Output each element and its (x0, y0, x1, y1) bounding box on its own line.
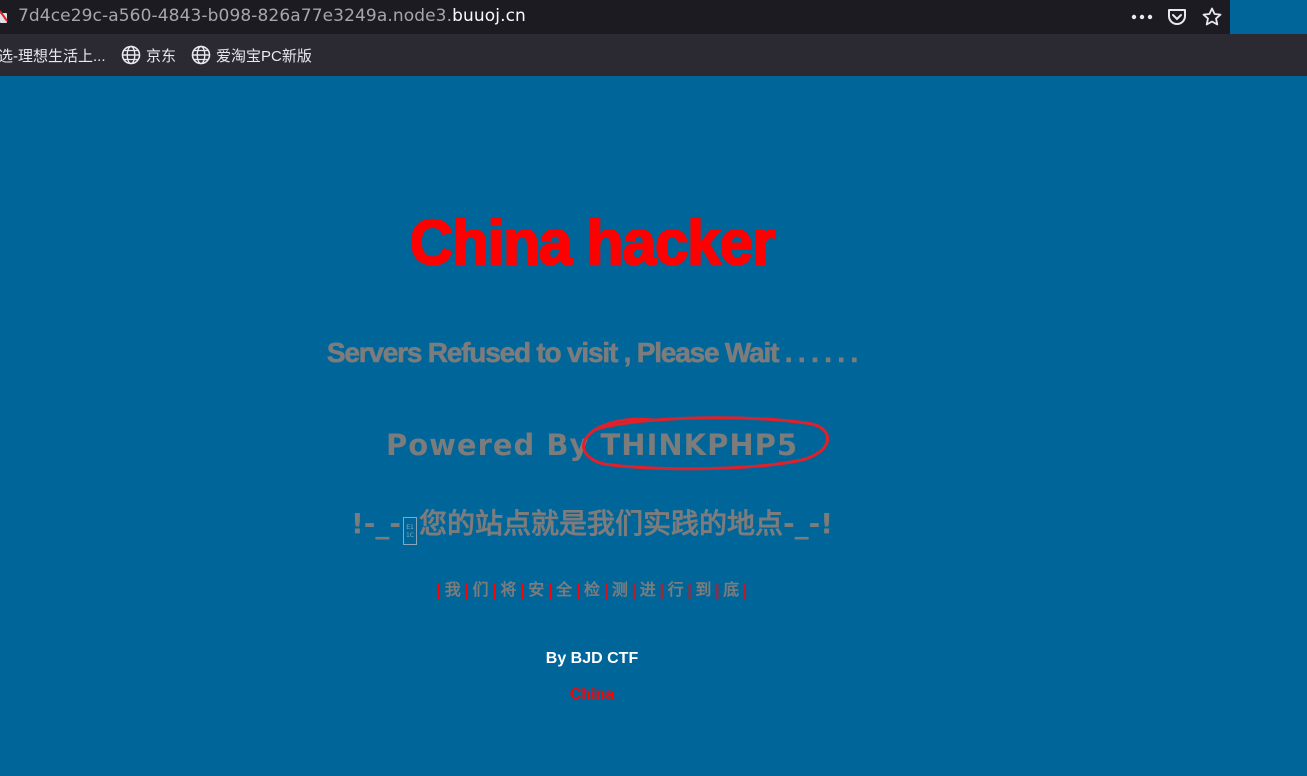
char: 我 (444, 580, 461, 599)
char: 测 (611, 580, 628, 599)
missing-glyph-box: E1 1C (403, 517, 417, 545)
char: 行 (667, 580, 684, 599)
slogan-right: 您的站点就是我们实践的地点-_-! (419, 507, 834, 540)
url-domain: buuoj.cn (452, 6, 526, 26)
character-row: | 我 | 们 | 将 | 安 | 全 | 检 | 测 | 进 | 行 | 到 | 底 | (435, 580, 749, 599)
powered-prefix: Powered By (385, 428, 601, 462)
url-bar[interactable]: 7d4ce29c-a560-4843-b098-826a77e3249a.nod… (0, 0, 1230, 34)
char: 安 (528, 580, 545, 599)
framework-name: THINKPHP5 (600, 428, 799, 462)
char: 全 (556, 580, 573, 599)
slogan: !-_- E1 1C 您的站点就是我们实践的地点-_-! (0, 502, 1184, 545)
globe-icon (191, 45, 211, 65)
footer-text: China (569, 686, 615, 703)
bookmark-label: 京东 (146, 47, 177, 65)
char: 进 (639, 580, 656, 599)
more-icon[interactable] (1129, 4, 1155, 30)
bookmark-star-icon[interactable] (1199, 4, 1225, 30)
bookmark-label: 爱淘宝PC新版 (216, 47, 312, 65)
pocket-icon[interactable] (1164, 4, 1190, 30)
bookmark-label: 选-理想生活上... (0, 47, 106, 65)
powered-by-line: Powered By THINKPHP5 (0, 428, 1184, 462)
window-background (1230, 0, 1307, 34)
char: 将 (500, 580, 517, 599)
char: 们 (472, 580, 489, 599)
url-prefix: 7d4ce29c-a560-4843-b098-826a77e3249a.nod… (18, 6, 453, 26)
globe-icon (121, 45, 141, 65)
byline: By BJD CTF (545, 650, 639, 667)
page-title: China hacker (409, 206, 777, 278)
char: 检 (583, 580, 600, 599)
char: 到 (695, 580, 712, 599)
bookmark-item-jd[interactable]: 京东 (121, 34, 176, 76)
site-security-icon[interactable] (0, 9, 8, 24)
url-text[interactable]: 7d4ce29c-a560-4843-b098-826a77e3249a.nod… (18, 6, 526, 26)
bookmark-item[interactable]: 选-理想生活上... (0, 34, 106, 76)
page-subtitle: Servers Refused to visit , Please Wait .… (326, 337, 859, 369)
bookmark-item-taobao[interactable]: 爱淘宝PC新版 (191, 34, 312, 76)
slogan-left: !-_- (350, 507, 401, 540)
char: 底 (723, 580, 740, 599)
bookmarks-toolbar: 选-理想生活上... 京东 爱淘宝PC新版 (0, 34, 1307, 76)
